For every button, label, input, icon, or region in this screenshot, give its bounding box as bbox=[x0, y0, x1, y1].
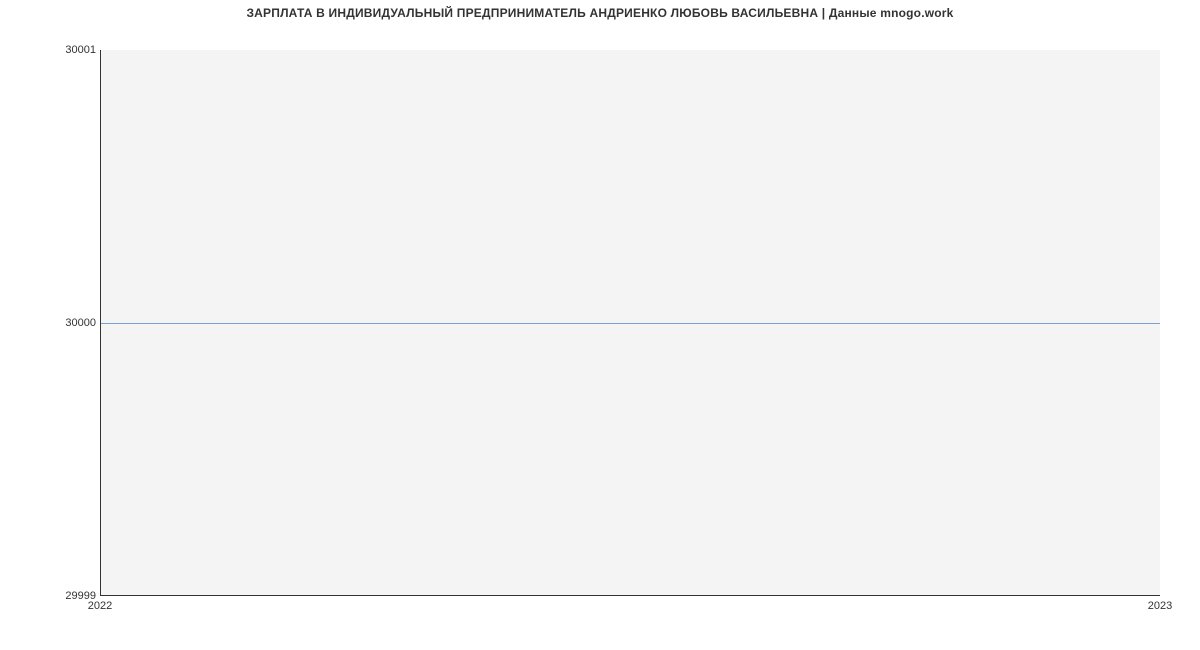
plot-area bbox=[100, 50, 1160, 596]
chart-title: ЗАРПЛАТА В ИНДИВИДУАЛЬНЫЙ ПРЕДПРИНИМАТЕЛ… bbox=[0, 6, 1200, 20]
y-tick-label: 30001 bbox=[65, 44, 96, 56]
y-tick-label: 30000 bbox=[65, 317, 96, 329]
x-tick-label: 2022 bbox=[88, 600, 112, 612]
data-line bbox=[101, 323, 1160, 324]
x-tick-label: 2023 bbox=[1148, 600, 1172, 612]
chart-container: ЗАРПЛАТА В ИНДИВИДУАЛЬНЫЙ ПРЕДПРИНИМАТЕЛ… bbox=[0, 0, 1200, 650]
